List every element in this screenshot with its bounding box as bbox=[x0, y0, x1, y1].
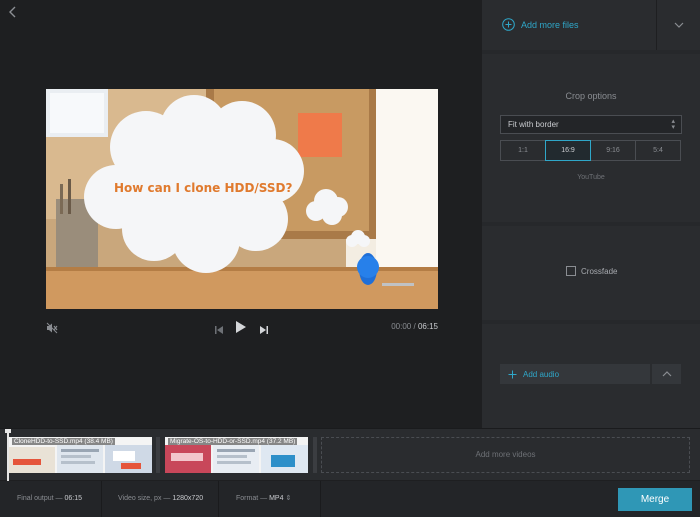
format-value: MP4 bbox=[269, 495, 284, 502]
crossfade-label: Crossfade bbox=[581, 266, 618, 276]
ratio-preset-label: YouTube bbox=[577, 174, 605, 181]
video-merger-app: How can I clone HDD/SSD? 00:00 / 06:15 A… bbox=[0, 0, 700, 517]
divider bbox=[218, 481, 219, 517]
crossfade-toggle[interactable]: Crossfade bbox=[566, 266, 617, 276]
playhead-knob[interactable] bbox=[5, 429, 11, 433]
format-select[interactable]: Format — MP4 ⇕ bbox=[236, 481, 291, 517]
next-button[interactable] bbox=[259, 322, 269, 340]
timeline: CloneHDD-to-SSD.mp4 (38.4 MB) Migrate-OS… bbox=[0, 428, 700, 481]
select-arrows-icon: ▴ ▾ bbox=[671, 118, 675, 131]
back-button[interactable] bbox=[8, 6, 22, 20]
video-size-value: 1280x720 bbox=[172, 495, 204, 502]
chevron-left-icon bbox=[9, 6, 16, 18]
add-more-videos-dropzone[interactable]: Add more videos bbox=[321, 437, 690, 473]
final-output-label: Final output — bbox=[17, 495, 63, 502]
ratio-1-1[interactable]: 1:1 bbox=[500, 140, 546, 161]
final-output-stat: Final output — 06:15 bbox=[17, 481, 82, 517]
crossfade-checkbox[interactable] bbox=[566, 266, 576, 276]
add-more-files-label: Add more files bbox=[521, 19, 579, 30]
clip-name: CloneHDD-to-SSD.mp4 (38.4 MB) bbox=[12, 438, 115, 445]
video-frame[interactable]: How can I clone HDD/SSD? bbox=[46, 89, 438, 309]
current-time: 00:00 bbox=[391, 322, 412, 331]
skip-back-icon bbox=[215, 326, 223, 334]
plus-circle-icon bbox=[502, 18, 515, 31]
clip-name: Migrate-OS-to-HDD-or-SSD.mp4 (37.2 MB) bbox=[168, 438, 298, 445]
playhead[interactable] bbox=[7, 429, 9, 481]
time-separator: / bbox=[413, 322, 416, 331]
chevron-up-icon bbox=[662, 371, 671, 377]
previous-button[interactable] bbox=[214, 322, 224, 340]
video-caption: How can I clone HDD/SSD? bbox=[114, 181, 293, 195]
crossfade-section: Crossfade bbox=[482, 226, 700, 320]
final-output-value: 06:15 bbox=[64, 495, 83, 502]
timeline-clip[interactable]: Migrate-OS-to-HDD-or-SSD.mp4 (37.2 MB) bbox=[165, 437, 308, 473]
skip-forward-icon bbox=[260, 326, 268, 334]
bottom-bar: Final output — 06:15 Video size, px — 12… bbox=[0, 481, 700, 517]
divider bbox=[101, 481, 102, 517]
updown-arrows-icon: ⇕ bbox=[285, 495, 292, 502]
add-audio-label: Add audio bbox=[523, 369, 560, 379]
add-audio-button[interactable]: Add audio bbox=[500, 364, 650, 384]
preview-area: How can I clone HDD/SSD? 00:00 / 06:15 bbox=[0, 0, 482, 428]
speaker-muted-icon bbox=[46, 322, 58, 334]
crop-mode-value: Fit with border bbox=[508, 120, 559, 129]
play-icon bbox=[236, 321, 246, 333]
video-scene: How can I clone HDD/SSD? bbox=[46, 89, 438, 309]
files-section: Add more files bbox=[482, 0, 700, 50]
merge-button[interactable]: Merge bbox=[618, 488, 692, 511]
crop-section: Crop options Fit with border ▴ ▾ 1:1 16:9… bbox=[482, 54, 700, 222]
settings-panel: Add more files Crop options Fit with bor… bbox=[482, 0, 700, 428]
add-more-files-button[interactable]: Add more files bbox=[502, 18, 579, 31]
ratio-9-16[interactable]: 9:16 bbox=[590, 140, 636, 161]
player-controls: 00:00 / 06:15 bbox=[46, 318, 438, 338]
clip-drag-handle[interactable] bbox=[156, 437, 160, 473]
time-display: 00:00 / 06:15 bbox=[391, 322, 438, 331]
clip-drag-handle[interactable] bbox=[313, 437, 317, 473]
video-size-stat: Video size, px — 1280x720 bbox=[118, 481, 203, 517]
format-label: Format — bbox=[236, 495, 268, 502]
mute-button[interactable] bbox=[46, 321, 58, 339]
audio-section: Add audio bbox=[482, 324, 700, 428]
ratio-5-4[interactable]: 5:4 bbox=[635, 140, 681, 161]
crop-options-title: Crop options bbox=[565, 91, 617, 101]
video-size-label: Video size, px — bbox=[118, 495, 171, 502]
aspect-ratio-group: 1:1 16:9 9:16 5:4 bbox=[500, 140, 681, 161]
plus-icon bbox=[508, 370, 517, 378]
files-dropdown-toggle[interactable] bbox=[656, 0, 700, 50]
divider bbox=[320, 481, 321, 517]
ratio-16-9[interactable]: 16:9 bbox=[545, 140, 591, 161]
crop-mode-select[interactable]: Fit with border ▴ ▾ bbox=[500, 115, 682, 134]
total-time: 06:15 bbox=[417, 322, 438, 331]
play-button[interactable] bbox=[235, 320, 247, 339]
chevron-down-icon bbox=[674, 22, 683, 28]
audio-collapse-toggle[interactable] bbox=[652, 364, 681, 384]
timeline-clip[interactable]: CloneHDD-to-SSD.mp4 (38.4 MB) bbox=[9, 437, 152, 473]
